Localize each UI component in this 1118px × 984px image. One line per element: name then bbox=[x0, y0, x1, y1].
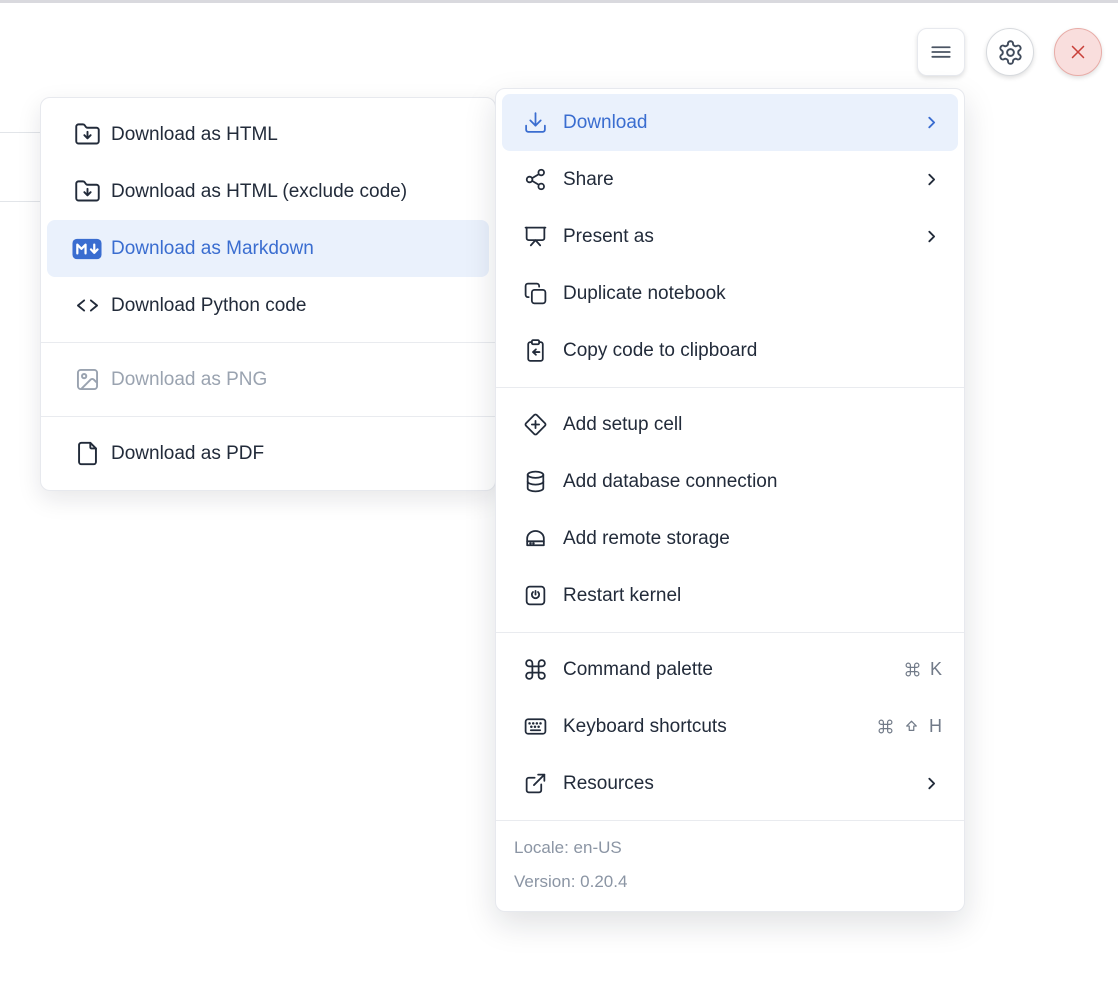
menu-item-download-as-pdf[interactable]: Download as PDF bbox=[47, 425, 489, 482]
notebook-menu-button[interactable] bbox=[917, 28, 965, 76]
chevron-right-icon bbox=[921, 169, 942, 190]
folder-down-icon bbox=[72, 178, 102, 205]
diamond-plus-icon bbox=[520, 412, 550, 437]
menu-item-keyboard-shortcuts[interactable]: Keyboard shortcuts H bbox=[502, 698, 958, 755]
menu-item-label: Share bbox=[563, 169, 921, 191]
locale-text: Locale: en-US bbox=[514, 831, 946, 865]
menu-divider bbox=[496, 387, 964, 388]
menu-item-label: Download Python code bbox=[111, 295, 475, 317]
database-icon bbox=[520, 469, 550, 494]
menu-item-label: Download as Markdown bbox=[111, 238, 475, 260]
command-icon bbox=[904, 661, 921, 678]
image-icon bbox=[72, 366, 102, 393]
menu-item-download-as-html-exclude-code[interactable]: Download as HTML (exclude code) bbox=[47, 163, 489, 220]
download-submenu: Download as HTML Download as HTML (exclu… bbox=[40, 97, 496, 491]
background-cell-border bbox=[0, 132, 40, 133]
hard-drive-icon bbox=[520, 526, 550, 551]
code-icon bbox=[72, 292, 102, 319]
menu-item-add-database-connection[interactable]: Add database connection bbox=[502, 453, 958, 510]
menu-item-label: Download as HTML bbox=[111, 124, 475, 146]
shortcut-hint: K bbox=[904, 659, 942, 680]
menu-item-label: Add setup cell bbox=[563, 414, 942, 436]
shortcut-hint: H bbox=[877, 716, 942, 737]
file-icon bbox=[72, 440, 102, 467]
menu-item-copy-code-to-clipboard[interactable]: Copy code to clipboard bbox=[502, 322, 958, 379]
shortcut-letter: K bbox=[930, 659, 942, 680]
menu-item-share[interactable]: Share bbox=[502, 151, 958, 208]
menu-item-label: Command palette bbox=[563, 659, 904, 681]
menu-divider bbox=[496, 632, 964, 633]
command-icon bbox=[877, 718, 894, 735]
menu-item-download-as-html[interactable]: Download as HTML bbox=[47, 106, 489, 163]
markdown-download-icon bbox=[72, 238, 102, 260]
share-icon bbox=[520, 167, 550, 192]
menu-item-duplicate-notebook[interactable]: Duplicate notebook bbox=[502, 265, 958, 322]
menu-item-label: Download as PNG bbox=[111, 369, 475, 391]
menu-item-label: Duplicate notebook bbox=[563, 283, 942, 305]
menu-item-label: Resources bbox=[563, 773, 921, 795]
command-icon bbox=[520, 657, 550, 682]
menu-item-label: Download bbox=[563, 112, 921, 134]
menu-item-restart-kernel[interactable]: Restart kernel bbox=[502, 567, 958, 624]
menu-item-download[interactable]: Download bbox=[502, 94, 958, 151]
presentation-icon bbox=[520, 224, 550, 249]
menu-item-resources[interactable]: Resources bbox=[502, 755, 958, 812]
hamburger-icon bbox=[928, 39, 954, 65]
shift-icon bbox=[903, 718, 920, 735]
external-link-icon bbox=[520, 771, 550, 796]
menu-item-label: Copy code to clipboard bbox=[563, 340, 942, 362]
chevron-right-icon bbox=[921, 226, 942, 247]
version-text: Version: 0.20.4 bbox=[514, 865, 946, 899]
chevron-right-icon bbox=[921, 773, 942, 794]
clipboard-copy-icon bbox=[520, 338, 550, 363]
menu-divider bbox=[41, 342, 495, 343]
menu-item-download-as-markdown[interactable]: Download as Markdown bbox=[47, 220, 489, 277]
menu-item-present-as[interactable]: Present as bbox=[502, 208, 958, 265]
menu-item-label: Present as bbox=[563, 226, 921, 248]
background-cell-border bbox=[0, 201, 40, 202]
menu-item-label: Download as PDF bbox=[111, 443, 475, 465]
folder-down-icon bbox=[72, 121, 102, 148]
menu-item-command-palette[interactable]: Command palette K bbox=[502, 641, 958, 698]
menu-item-label: Add database connection bbox=[563, 471, 942, 493]
menu-item-label: Add remote storage bbox=[563, 528, 942, 550]
notebook-actions-menu: Download Share Present as Duplicate note… bbox=[495, 88, 965, 912]
copy-icon bbox=[520, 281, 550, 306]
menu-item-add-remote-storage[interactable]: Add remote storage bbox=[502, 510, 958, 567]
page-top-border bbox=[0, 0, 1118, 3]
shutdown-button[interactable] bbox=[1054, 28, 1102, 76]
keyboard-icon bbox=[520, 714, 550, 739]
download-icon bbox=[520, 110, 550, 135]
power-icon bbox=[520, 583, 550, 608]
chevron-right-icon bbox=[921, 112, 942, 133]
settings-button[interactable] bbox=[986, 28, 1034, 76]
shortcut-letter: H bbox=[929, 716, 942, 737]
menu-divider bbox=[41, 416, 495, 417]
menu-item-label: Download as HTML (exclude code) bbox=[111, 181, 475, 203]
menu-item-download-as-png: Download as PNG bbox=[47, 351, 489, 408]
menu-item-label: Restart kernel bbox=[563, 585, 942, 607]
menu-footer: Locale: en-US Version: 0.20.4 bbox=[496, 820, 964, 911]
menu-item-download-python-code[interactable]: Download Python code bbox=[47, 277, 489, 334]
gear-icon bbox=[997, 39, 1024, 66]
menu-item-add-setup-cell[interactable]: Add setup cell bbox=[502, 396, 958, 453]
close-icon bbox=[1067, 41, 1089, 63]
menu-item-label: Keyboard shortcuts bbox=[563, 716, 877, 738]
